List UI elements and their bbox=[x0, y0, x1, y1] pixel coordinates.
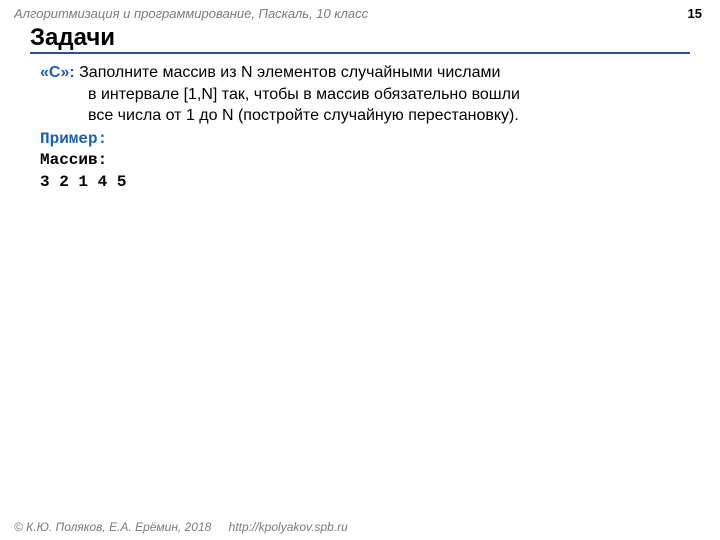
copyright: © К.Ю. Поляков, Е.А. Ерёмин, 2018 bbox=[14, 520, 211, 534]
breadcrumb: Алгоритмизация и программирование, Паска… bbox=[14, 6, 368, 21]
example-label: Пример: bbox=[40, 129, 680, 151]
task-text-line2: в интервале [1,N] так, чтобы в массив об… bbox=[40, 84, 680, 106]
task-line1: «С»: Заполните массив из N элементов слу… bbox=[40, 62, 680, 84]
task-text-line1: Заполните массив из N элементов случайны… bbox=[79, 64, 500, 81]
footer: © К.Ю. Поляков, Е.А. Ерёмин, 2018 http:/… bbox=[14, 520, 348, 534]
footer-url: http://kpolyakov.spb.ru bbox=[229, 520, 348, 534]
task-label: «С»: bbox=[40, 64, 79, 81]
page-title: Задачи bbox=[30, 24, 690, 54]
title-text: Задачи bbox=[30, 24, 690, 52]
content: «С»: Заполните массив из N элементов слу… bbox=[40, 62, 680, 194]
example-array-label: Массив: bbox=[40, 150, 680, 172]
task-text-line3: все числа от 1 до N (постройте случайную… bbox=[40, 105, 680, 127]
example-array-values: 3 2 1 4 5 bbox=[40, 172, 680, 194]
slide: Алгоритмизация и программирование, Паска… bbox=[0, 0, 720, 540]
page-number: 15 bbox=[688, 6, 702, 21]
